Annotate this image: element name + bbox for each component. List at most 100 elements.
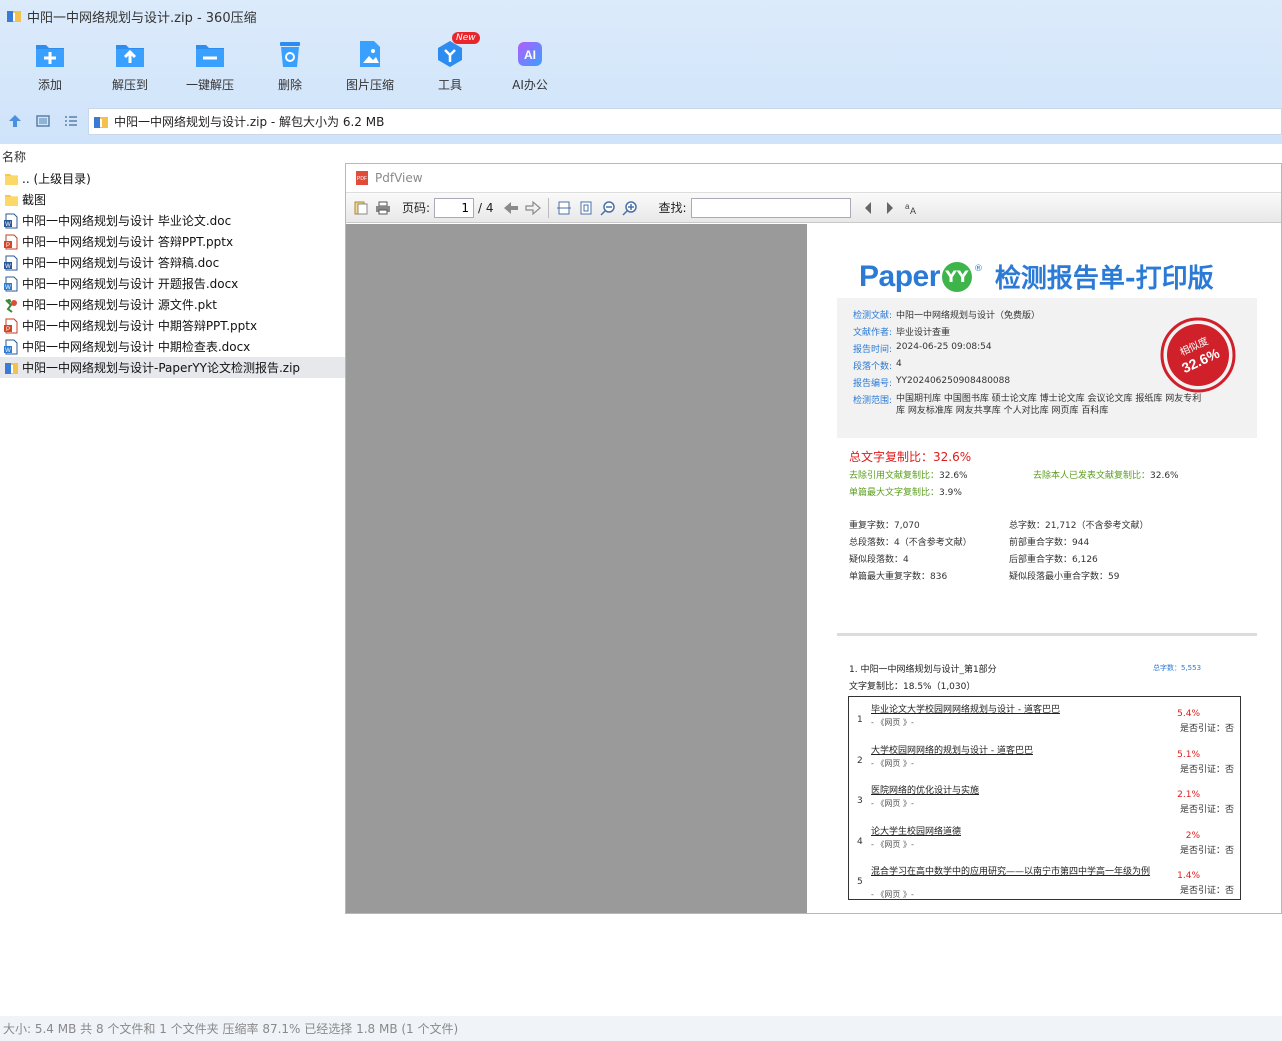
- zoom-in-button[interactable]: [619, 197, 641, 219]
- delete-icon: [273, 38, 307, 70]
- previous-page-button[interactable]: [500, 197, 522, 219]
- file-name: 中阳一中网络规划与设计 答辩PPT.pptx: [22, 235, 234, 249]
- extract-to-button[interactable]: 解压到: [90, 38, 170, 98]
- find-next-button[interactable]: [879, 197, 901, 219]
- result-number: 3: [857, 796, 863, 806]
- info-value: 毕业设计查重: [896, 328, 951, 338]
- fit-page-button[interactable]: [575, 197, 597, 219]
- sim-excl-self-value: 32.6%: [1150, 471, 1179, 481]
- paperyy-logo: Paper YY ® 检测报告单-打印版: [859, 258, 1214, 295]
- toolbar-separator: [547, 197, 549, 218]
- next-page-button[interactable]: [522, 197, 544, 219]
- fit-width-icon: [556, 201, 571, 214]
- address-text: 中阳一中网络规划与设计.zip - 解包大小为 6.2 MB: [114, 115, 385, 129]
- pdf-view-titlebar: PDF PdfView: [346, 164, 1281, 193]
- result-source: - 《网页 》-: [871, 758, 914, 768]
- address-row: 中阳一中网络规划与设计.zip - 解包大小为 6.2 MB: [0, 106, 1282, 136]
- stat-front-overlap: 前部重合字数：944: [1009, 538, 1090, 548]
- stat-total-paragraphs: 总段落数：4（不含参考文献）: [849, 538, 972, 548]
- sim-excl-self: 去除本人已发表文献复制比：32.6%: [1033, 468, 1179, 481]
- find-previous-button[interactable]: [857, 197, 879, 219]
- info-key: 检测范围:: [853, 396, 893, 406]
- print-button[interactable]: [372, 197, 394, 219]
- zoom-out-button[interactable]: [597, 197, 619, 219]
- pdf-page-area[interactable]: Paper YY ® 检测报告单-打印版 检测文献: 中阳一中网络规划与设计（免费…: [346, 224, 1281, 913]
- result-row: 4 论大学生校园网络道德 - 《网页 》- 2% 是否引证：否: [849, 823, 1240, 863]
- file-name: .. (上级目录): [22, 172, 91, 186]
- result-title-link[interactable]: 混合学习在高中数学中的应用研究——以南宁市第四中学高一年级为例: [871, 867, 1161, 878]
- stat-suspect-paragraphs: 疑似段落数：4: [849, 555, 909, 565]
- image-compress-button[interactable]: 图片压缩: [330, 38, 410, 98]
- section-divider: [837, 633, 1257, 636]
- report-info-row: 报告时间: 2024-06-25 09:08:54: [853, 342, 992, 355]
- find-input[interactable]: [690, 197, 851, 218]
- logo-registered-mark: ®: [973, 264, 983, 274]
- file-list-item[interactable]: W 中阳一中网络规划与设计 开题报告.docx: [0, 273, 345, 294]
- result-cited: 是否引证：否: [1179, 724, 1234, 734]
- file-list-item[interactable]: .. (上级目录): [0, 168, 345, 189]
- pdf-app-icon: PDF: [356, 171, 368, 185]
- sim-excl-self-label: 去除本人已发表文献复制比：: [1033, 471, 1151, 481]
- file-list-item[interactable]: 中阳一中网络规划与设计-PaperYY论文检测报告.zip: [0, 357, 345, 378]
- zoom-out-icon: [600, 200, 615, 216]
- chevron-right-icon: [886, 201, 893, 214]
- result-title-link[interactable]: 论大学生校园网络道德: [871, 827, 1161, 838]
- result-title-link[interactable]: 毕业论文大学校园网网络规划与设计 - 道客巴巴: [871, 705, 1161, 716]
- page-number-input[interactable]: [434, 197, 475, 218]
- file-list-item[interactable]: W 中阳一中网络规划与设计 答辩稿.doc: [0, 252, 345, 273]
- tools-button[interactable]: New 工具: [410, 32, 490, 98]
- address-bar[interactable]: 中阳一中网络规划与设计.zip - 解包大小为 6.2 MB: [88, 108, 1282, 135]
- sim-excl-citation-value: 32.6%: [939, 471, 968, 481]
- result-percent: 1.4%: [1177, 871, 1200, 881]
- pdf-view-title: PdfView: [375, 171, 423, 185]
- ai-office-icon: AI: [513, 38, 547, 70]
- result-title-link[interactable]: 大学校园网网络的规划与设计 - 道客巴巴: [871, 746, 1161, 757]
- section-title: 1. 中阳一中网络规划与设计_第1部分: [849, 665, 997, 675]
- name-column-header[interactable]: 名称: [0, 146, 345, 166]
- ai-office-button[interactable]: AI AI办公: [490, 38, 570, 98]
- folder-icon: [4, 192, 19, 208]
- zoom-in-icon: [622, 200, 637, 216]
- file-name: 中阳一中网络规划与设计 源文件.pkt: [22, 298, 217, 312]
- file-list-item[interactable]: 中阳一中网络规划与设计 源文件.pkt: [0, 294, 345, 315]
- results-table: 1 毕业论文大学校园网网络规划与设计 - 道客巴巴 - 《网页 》- 5.4% 是否引证…: [848, 696, 1241, 900]
- file-name: 中阳一中网络规划与设计 毕业论文.doc: [22, 214, 232, 228]
- result-cited: 是否引证：否: [1179, 886, 1234, 896]
- stat-min-overlap: 疑似段落最小重合字数：59: [1009, 572, 1120, 582]
- add-button[interactable]: 添加: [10, 38, 90, 98]
- svg-text:W: W: [5, 348, 11, 354]
- status-bar: 大小: 5.4 MB 共 8 个文件和 1 个文件夹 压缩率 87.1% 已经选…: [0, 1016, 1282, 1041]
- file-name: 中阳一中网络规划与设计-PaperYY论文检测报告.zip: [22, 361, 301, 375]
- file-list-item[interactable]: P 中阳一中网络规划与设计 中期答辩PPT.pptx: [0, 315, 345, 336]
- result-cited: 是否引证：否: [1179, 845, 1234, 856]
- info-key: 报告时间:: [853, 345, 893, 355]
- file-name: 中阳一中网络规划与设计 中期答辩PPT.pptx: [22, 319, 258, 333]
- word-doc-icon: W: [4, 255, 19, 271]
- delete-button[interactable]: 删除: [250, 38, 330, 98]
- info-value: 4: [896, 359, 902, 369]
- result-cited: 是否引证：否: [1179, 805, 1234, 815]
- info-key: 文献作者:: [853, 328, 893, 338]
- powerpoint-icon: P: [4, 234, 19, 250]
- title-bar: 中阳一中网络规划与设计.zip - 360压缩: [0, 0, 1282, 32]
- file-list-item[interactable]: W 中阳一中网络规划与设计 中期检查表.docx: [0, 336, 345, 357]
- match-case-button[interactable]: aA: [901, 197, 923, 219]
- file-name: 中阳一中网络规划与设计 开题报告.docx: [22, 277, 239, 291]
- file-list-item[interactable]: P 中阳一中网络规划与设计 答辩PPT.pptx: [0, 231, 345, 252]
- sim-single-max-label: 单篇最大文字复制比：: [849, 488, 940, 498]
- logo-yy-badge: YY: [941, 261, 972, 292]
- fit-width-button[interactable]: [553, 197, 575, 219]
- one-click-extract-button[interactable]: 一键解压: [170, 38, 250, 98]
- fit-page-icon: [580, 201, 592, 214]
- result-title-link[interactable]: 医院网络的优化设计与实施: [871, 786, 1161, 797]
- file-list-item[interactable]: W 中阳一中网络规划与设计 毕业论文.doc: [0, 210, 345, 231]
- result-row: 2 大学校园网网络的规划与设计 - 道客巴巴 - 《网页 》- 5.1% 是否引证：否: [849, 742, 1240, 782]
- info-value: 中阳一中网络规划与设计（免费版）: [896, 311, 1041, 321]
- file-list-item[interactable]: 截图: [0, 189, 345, 210]
- thumbnail-view-button[interactable]: [30, 108, 56, 134]
- main-toolbar: 添加 解压到 一键解压 删除 图片压缩 New 工具 AI AI办公: [10, 32, 570, 98]
- open-button[interactable]: [350, 197, 372, 219]
- list-view-button[interactable]: [58, 108, 84, 134]
- open-file-icon: [354, 201, 368, 214]
- up-level-button[interactable]: [2, 108, 28, 134]
